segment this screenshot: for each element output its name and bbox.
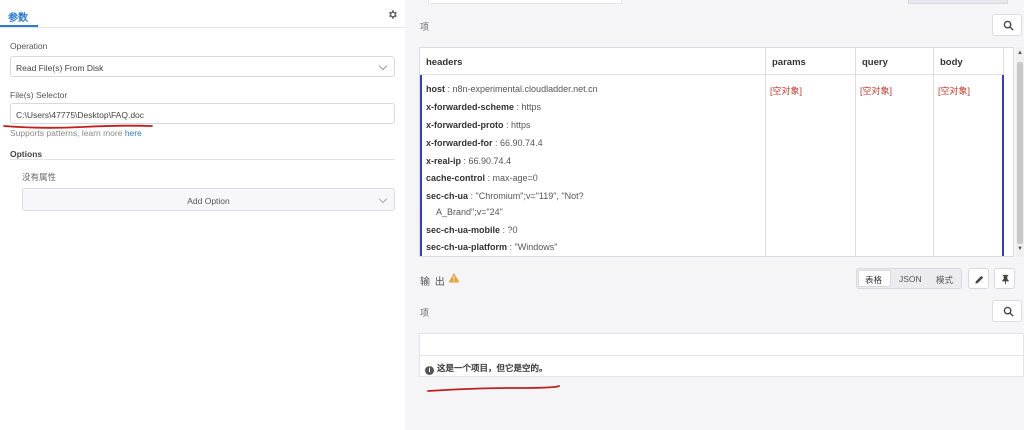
- header-value: max-age=0: [492, 173, 538, 183]
- scroll-down-icon[interactable]: ▼: [1017, 246, 1023, 252]
- input-item-label: 项: [420, 22, 430, 32]
- output-item-label: 项: [420, 308, 430, 318]
- add-option-button[interactable]: Add Option: [22, 188, 395, 211]
- view-mode-schema[interactable]: 模式: [936, 274, 953, 286]
- params-empty-object: [空对象]: [770, 86, 803, 96]
- header-value: https: [511, 120, 531, 130]
- input-table: headers params query body host : n8n-exp…: [419, 47, 1014, 257]
- column-header-params[interactable]: params: [766, 48, 856, 75]
- edit-output-button[interactable]: [968, 268, 989, 289]
- pencil-icon: [975, 275, 984, 284]
- info-icon: i: [425, 366, 434, 375]
- row-selection-left: [420, 75, 422, 256]
- parameters-panel: 参数 Operation Read File(s) From Disk File…: [0, 0, 405, 430]
- input-search-button[interactable]: [992, 14, 1022, 36]
- empty-item-text: 这是一个项目，但它是空的。: [437, 363, 548, 373]
- header-entry-x-real-ip: x-real-ip : 66.90.74.4: [426, 156, 512, 166]
- header-entry-x-forwarded-for: x-forwarded-for : 66.90.74.4: [426, 138, 543, 148]
- warning-icon: [448, 273, 460, 283]
- header-value: ?0: [507, 225, 518, 235]
- input-tab-stub: [428, 0, 622, 4]
- output-search-button[interactable]: [992, 300, 1022, 322]
- query-cell: [856, 75, 934, 256]
- operation-label: Operation: [10, 41, 48, 51]
- options-divider: [10, 159, 395, 160]
- body-cell: [934, 75, 1004, 256]
- parameters-tabbar: 参数: [0, 0, 405, 28]
- pin-icon: [1002, 274, 1009, 285]
- header-key: sec-ch-ua-platform: [426, 242, 508, 252]
- chevron-down-icon: [378, 61, 388, 71]
- scroll-up-icon[interactable]: ▲: [1017, 50, 1023, 56]
- header-value: https: [521, 102, 542, 112]
- empty-item-message: i 这是一个项目，但它是空的。: [425, 362, 548, 375]
- column-header-headers[interactable]: headers: [420, 48, 766, 75]
- output-title: 输 出: [420, 277, 446, 288]
- operation-select[interactable]: Read File(s) From Disk: [10, 56, 395, 77]
- header-entry-sec-ch-ua-cont: A_Brand";v="24": [436, 207, 503, 218]
- view-mode-json[interactable]: JSON: [899, 274, 922, 284]
- column-header-body[interactable]: body: [934, 48, 1004, 75]
- tab-active-indicator: [0, 25, 38, 27]
- header-value: 66.90.74.4: [500, 138, 543, 148]
- header-key: sec-ch-ua: [426, 191, 469, 201]
- header-key: x-forwarded-scheme: [426, 102, 515, 112]
- header-value: 66.90.74.4: [468, 156, 512, 166]
- row-selection-right: [1002, 75, 1004, 256]
- header-value: A_Brand";v="24": [436, 207, 503, 217]
- view-switch-stub: [908, 0, 1008, 4]
- learn-more-link[interactable]: here: [125, 128, 142, 138]
- header-entry-sec-ch-ua-mobile: sec-ch-ua-mobile : ?0: [426, 225, 518, 235]
- output-divider: [420, 355, 1024, 356]
- search-icon: [1003, 306, 1014, 317]
- header-key: x-forwarded-for: [426, 138, 493, 148]
- tab-parameters[interactable]: 参数: [8, 9, 28, 24]
- header-value: "Windows": [514, 242, 558, 252]
- header-entry-cache-control: cache-control : max-age=0: [426, 173, 538, 183]
- gear-icon[interactable]: [387, 9, 398, 20]
- file-selector-value: C:\Users\47775\Desktop\FAQ.doc: [16, 110, 145, 120]
- header-entry-x-forwarded-scheme: x-forwarded-scheme : https: [426, 102, 542, 112]
- header-key: cache-control: [426, 173, 486, 183]
- header-entry-sec-ch-ua-platform: sec-ch-ua-platform : "Windows": [426, 242, 558, 252]
- header-entry-x-forwarded-proto: x-forwarded-proto : https: [426, 120, 531, 130]
- hint-text: Supports patterns, learn more: [10, 128, 125, 138]
- headers-cell: host : n8n-experimental.cloudladder.net.…: [420, 75, 766, 256]
- search-icon: [1003, 20, 1014, 31]
- header-key: host: [426, 84, 445, 94]
- column-header-query[interactable]: query: [856, 48, 934, 75]
- header-entry-sec-ch-ua: sec-ch-ua : "Chromium";v="119", "Not?: [426, 191, 584, 201]
- file-selector-input[interactable]: C:\Users\47775\Desktop\FAQ.doc: [10, 103, 395, 124]
- header-key: sec-ch-ua-mobile: [426, 225, 501, 235]
- query-empty-object: [空对象]: [860, 86, 893, 96]
- view-mode-table[interactable]: 表格: [865, 274, 882, 286]
- no-property-text: 没有属性: [22, 172, 57, 182]
- table-scrollbar-thumb[interactable]: [1017, 62, 1023, 244]
- pin-output-button[interactable]: [994, 268, 1015, 289]
- annotation-underline: [427, 385, 560, 392]
- options-title: Options: [10, 149, 43, 159]
- patterns-hint: Supports patterns, learn more here: [10, 128, 142, 138]
- header-entry-host: host : n8n-experimental.cloudladder.net.…: [426, 84, 598, 94]
- data-panel: 项 headers params query body host : n8n-e…: [408, 0, 1024, 430]
- output-view-switch: 表格 JSON 模式: [856, 268, 962, 289]
- add-option-label: Add Option: [187, 196, 230, 206]
- operation-value: Read File(s) From Disk: [16, 63, 104, 73]
- header-value: n8n-experimental.cloudladder.net.cn: [452, 84, 598, 94]
- body-empty-object: [空对象]: [938, 86, 971, 96]
- chevron-down-icon: [378, 194, 388, 204]
- params-cell: [766, 75, 856, 256]
- header-key: x-real-ip: [426, 156, 462, 166]
- header-key: x-forwarded-proto: [426, 120, 504, 130]
- file-selector-label: File(s) Selector: [10, 90, 68, 100]
- header-value: "Chromium";v="119", "Not?: [475, 191, 584, 201]
- output-table: i 这是一个项目，但它是空的。: [419, 333, 1024, 377]
